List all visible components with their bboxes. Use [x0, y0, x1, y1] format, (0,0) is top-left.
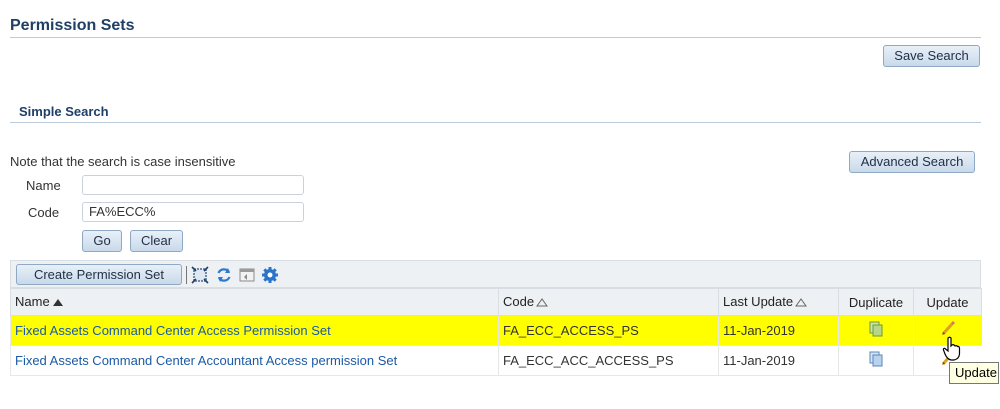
sort-icon[interactable] — [536, 295, 549, 310]
code-field[interactable]: FA%ECC% — [82, 202, 304, 222]
simple-search-title: Simple Search — [19, 104, 109, 119]
title-divider — [10, 37, 981, 38]
search-divider — [10, 122, 981, 123]
go-button[interactable]: Go — [82, 230, 122, 252]
row-code: FA_ECC_ACC_ACCESS_PS — [498, 345, 719, 376]
row-name[interactable]: Fixed Assets Command Center Access Permi… — [10, 315, 499, 346]
table-toolbar: Create Permission Set — [10, 260, 981, 288]
column-header-code[interactable]: Code — [498, 288, 719, 316]
column-header-name[interactable]: Name — [10, 288, 499, 316]
save-search-button[interactable]: Save Search — [883, 45, 980, 67]
duplicate-icon[interactable] — [867, 350, 885, 371]
row-duplicate-cell — [838, 315, 914, 346]
row-name[interactable]: Fixed Assets Command Center Accountant A… — [10, 345, 499, 376]
settings-icon[interactable] — [261, 266, 279, 287]
column-code-label: Code — [503, 293, 535, 309]
table-row[interactable]: Fixed Assets Command Center Access Permi… — [10, 315, 982, 346]
name-label: Name — [26, 178, 61, 193]
hand-cursor-icon — [942, 336, 962, 365]
row-last-update: 11-Jan-2019 — [718, 345, 839, 376]
table-row[interactable]: Fixed Assets Command Center Accountant A… — [10, 345, 982, 376]
table-header-row: Name Code Last Update Duplicate Update — [10, 288, 982, 316]
search-note: Note that the search is case insensitive — [10, 154, 236, 169]
clear-button[interactable]: Clear — [130, 230, 183, 252]
create-permission-set-button[interactable]: Create Permission Set — [16, 264, 182, 285]
column-header-duplicate: Duplicate — [838, 288, 914, 316]
page-title: Permission Sets — [10, 17, 135, 34]
toolbar-separator — [186, 266, 187, 284]
name-field[interactable] — [82, 175, 304, 195]
column-header-last-update[interactable]: Last Update — [718, 288, 839, 316]
row-duplicate-cell — [838, 345, 914, 376]
update-tooltip: Update — [949, 362, 999, 384]
row-name-link[interactable]: Fixed Assets Command Center Accountant A… — [15, 353, 397, 368]
refresh-icon[interactable] — [215, 266, 233, 287]
column-name-label: Name — [15, 293, 50, 309]
column-header-update: Update — [913, 288, 982, 316]
row-last-update: 11-Jan-2019 — [718, 315, 839, 346]
column-last-update-label: Last Update — [723, 293, 794, 309]
freeze-icon[interactable] — [238, 266, 256, 287]
detach-icon[interactable] — [191, 266, 209, 287]
row-code: FA_ECC_ACCESS_PS — [498, 315, 719, 346]
permission-sets-table: Name Code Last Update Duplicate Update F… — [10, 288, 982, 376]
row-name-link[interactable]: Fixed Assets Command Center Access Permi… — [15, 323, 331, 338]
code-label: Code — [28, 205, 60, 220]
advanced-search-button[interactable]: Advanced Search — [849, 151, 975, 173]
sort-icon[interactable] — [795, 295, 808, 310]
duplicate-icon[interactable] — [867, 320, 885, 341]
sort-ascending-icon[interactable] — [52, 295, 64, 310]
